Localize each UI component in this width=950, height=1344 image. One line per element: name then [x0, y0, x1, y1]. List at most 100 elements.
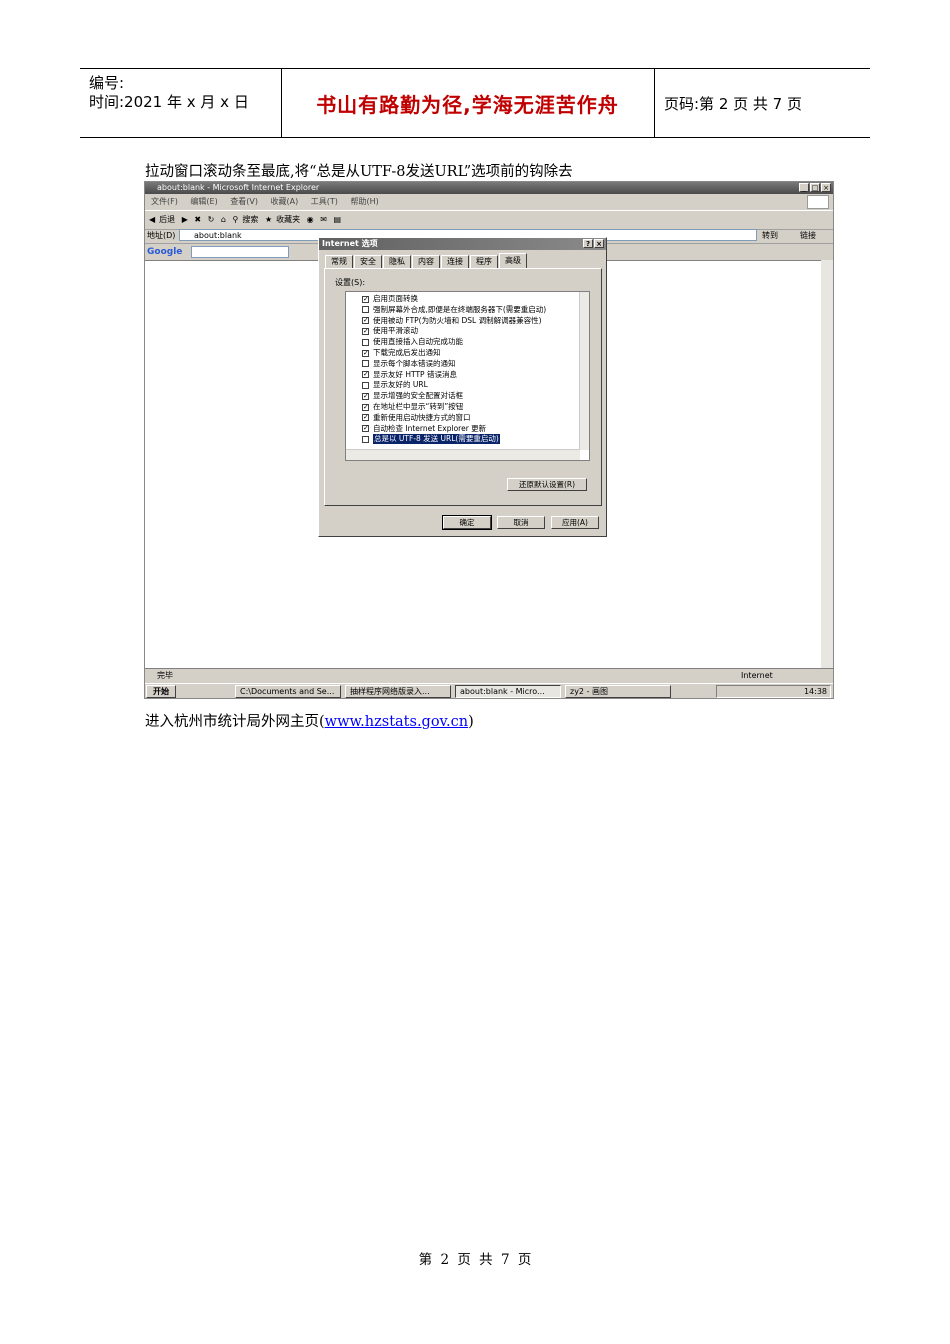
menu-view[interactable]: 查看(V) — [230, 197, 258, 206]
google-logo: Google — [147, 247, 183, 257]
page-footer: 第 2 页 共 7 页 — [0, 1248, 950, 1268]
taskbar: 开始 C:\Documents and Se... 抽样程序网络版录入... a… — [145, 683, 833, 698]
maximize-icon[interactable]: □ — [810, 183, 820, 192]
checkbox-unchecked-icon[interactable] — [362, 306, 369, 314]
menu-help[interactable]: 帮助(H) — [350, 197, 378, 206]
menu-edit[interactable]: 编辑(E) — [190, 197, 217, 206]
tab-security[interactable]: 安全 — [354, 255, 382, 268]
vertical-scrollbar[interactable] — [821, 260, 833, 668]
close-icon[interactable]: × — [821, 183, 831, 192]
setting-item[interactable]: 强制屏幕外合成,即便是在终端服务器下(需要重启动) — [362, 305, 546, 315]
footer-ye2: 页 — [517, 1252, 532, 1268]
setting-item-label: 显示友好的 URL — [373, 380, 428, 390]
favorites-icon[interactable]: ★ — [265, 215, 272, 224]
footer-gong: 共 — [479, 1252, 493, 1268]
footer-page: 2 — [440, 1252, 450, 1268]
checkbox-checked-icon[interactable]: ✓ — [362, 392, 369, 400]
setting-item[interactable]: ✓ 使用被动 FTP(为防火墙和 DSL 调制解调器兼容性) — [362, 316, 542, 326]
zone-text: Internet — [741, 671, 773, 680]
dialog-title: Internet 选项 ? × — [319, 238, 606, 250]
search-icon[interactable]: ⚲ — [233, 215, 239, 224]
setting-item[interactable]: 使用直接插入自动完成功能 — [362, 337, 463, 347]
dialog-close-icon[interactable]: × — [594, 239, 604, 248]
home-icon[interactable]: ⌂ — [221, 215, 226, 224]
task-sampling[interactable]: 抽样程序网络版录入... — [345, 685, 451, 698]
checkbox-checked-icon[interactable]: ✓ — [362, 425, 369, 433]
refresh-icon[interactable]: ↻ — [208, 215, 215, 224]
task-paint[interactable]: zy2 - 画图 — [565, 685, 671, 698]
links-button[interactable]: 链接 — [800, 228, 816, 243]
checkbox-checked-icon[interactable]: ✓ — [362, 349, 369, 357]
instruction-2: 进入杭州市统计局外网主页(www.hzstats.gov.cn) — [145, 710, 474, 731]
time-label: 时间:2021 年 x 月 x 日 — [89, 93, 249, 111]
mail-icon[interactable]: ✉ — [320, 215, 327, 224]
menu-bar: 文件(F) 编辑(E) 查看(V) 收藏(A) 工具(T) 帮助(H) — [145, 195, 833, 209]
checkbox-checked-icon[interactable]: ✓ — [362, 414, 369, 422]
start-button[interactable]: 开始 — [146, 685, 176, 698]
setting-item[interactable]: 总是以 UTF-8 发送 URL(需要重启动) — [362, 434, 500, 445]
tab-programs[interactable]: 程序 — [470, 255, 498, 268]
print-icon[interactable]: ▤ — [333, 215, 341, 224]
setting-item-label: 使用被动 FTP(为防火墙和 DSL 调制解调器兼容性) — [373, 315, 542, 325]
dialog-tabs: 常规 安全 隐私 内容 连接 程序 高级 — [325, 253, 528, 268]
checkbox-checked-icon[interactable]: ✓ — [362, 317, 369, 325]
hzstats-link[interactable]: www.hzstats.gov.cn — [325, 714, 468, 730]
setting-item[interactable]: ✓ 自动检查 Internet Explorer 更新 — [362, 424, 486, 434]
window-titlebar: about:blank - Microsoft Internet Explore… — [145, 182, 833, 194]
status-text: 完毕 — [157, 671, 173, 680]
forward-icon[interactable]: ▶ — [182, 215, 188, 224]
setting-item[interactable]: ✓ 重新使用启动快捷方式的窗口 — [362, 413, 471, 423]
favorites-button[interactable]: 收藏夹 — [276, 215, 300, 224]
checkbox-unchecked-icon[interactable] — [362, 338, 369, 346]
checkbox-checked-icon[interactable]: ✓ — [362, 403, 369, 411]
checkbox-unchecked-icon[interactable] — [362, 435, 369, 443]
menu-file[interactable]: 文件(F) — [151, 197, 178, 206]
tab-general[interactable]: 常规 — [325, 255, 353, 268]
setting-item[interactable]: ✓ 在地址栏中显示“转到”按钮 — [362, 402, 463, 412]
setting-item[interactable]: ✓ 下载完成后发出通知 — [362, 348, 441, 358]
list-vertical-scrollbar[interactable] — [579, 292, 589, 450]
tab-content[interactable]: 内容 — [412, 255, 440, 268]
menu-favorites[interactable]: 收藏(A) — [271, 197, 299, 206]
restore-defaults-button[interactable]: 还原默认设置(R) — [507, 478, 587, 491]
checkbox-checked-icon[interactable]: ✓ — [362, 371, 369, 379]
minimize-icon[interactable]: _ — [799, 183, 809, 192]
setting-item[interactable]: ✓ 启用页面转换 — [362, 294, 418, 304]
tab-privacy[interactable]: 隐私 — [383, 255, 411, 268]
setting-item[interactable]: 显示友好的 URL — [362, 380, 428, 390]
apply-button[interactable]: 应用(A) — [551, 516, 599, 529]
ok-button[interactable]: 确定 — [442, 515, 492, 530]
menu-tools[interactable]: 工具(T) — [311, 197, 338, 206]
tab-connections[interactable]: 连接 — [441, 255, 469, 268]
settings-list[interactable]: ✓ 启用页面转换 强制屏幕外合成,即便是在终端服务器下(需要重启动) ✓ 使用被动 FT… — [345, 291, 590, 461]
setting-item[interactable]: ✓ 使用平滑滚动 — [362, 326, 418, 336]
system-tray: 14:38 — [716, 685, 831, 698]
media-icon[interactable]: ◉ — [307, 215, 314, 224]
back-button[interactable]: 后退 — [159, 215, 175, 224]
instruction-2-suffix: ) — [468, 714, 474, 730]
advanced-panel: 设置(S): ✓ 启用页面转换 强制屏幕外合成,即便是在终端服务器下(需要重启动) ✓… — [324, 268, 602, 506]
task-explorer[interactable]: C:\Documents and Se... — [235, 685, 341, 698]
setting-item-label: 下载完成后发出通知 — [373, 348, 441, 357]
go-button[interactable]: 转到 — [762, 228, 778, 243]
checkbox-unchecked-icon[interactable] — [362, 360, 369, 368]
help-icon[interactable]: ? — [583, 239, 593, 248]
ie-screenshot: about:blank - Microsoft Internet Explore… — [144, 181, 834, 699]
setting-item[interactable]: ✓ 显示友好 HTTP 错误消息 — [362, 370, 457, 380]
stop-icon[interactable]: ✖ — [194, 215, 201, 224]
search-button[interactable]: 搜索 — [242, 215, 258, 224]
clock: 14:38 — [803, 687, 827, 696]
internet-options-dialog: Internet 选项 ? × 常规 安全 隐私 内容 连接 程序 高级 设置(… — [318, 237, 607, 537]
setting-item[interactable]: ✓ 显示增强的安全配置对话框 — [362, 391, 463, 401]
tab-advanced[interactable]: 高级 — [499, 253, 527, 268]
google-search-input[interactable] — [191, 246, 289, 258]
checkbox-unchecked-icon[interactable] — [362, 381, 369, 389]
windows-logo-icon — [807, 195, 829, 209]
list-horizontal-scrollbar[interactable] — [346, 449, 580, 460]
setting-item[interactable]: 显示每个脚本错误的通知 — [362, 359, 456, 369]
checkbox-checked-icon[interactable]: ✓ — [362, 295, 369, 303]
back-icon[interactable]: ◀ — [149, 215, 155, 224]
checkbox-checked-icon[interactable]: ✓ — [362, 327, 369, 335]
task-ie[interactable]: about:blank - Micro... — [455, 685, 561, 698]
cancel-button[interactable]: 取消 — [497, 516, 545, 529]
